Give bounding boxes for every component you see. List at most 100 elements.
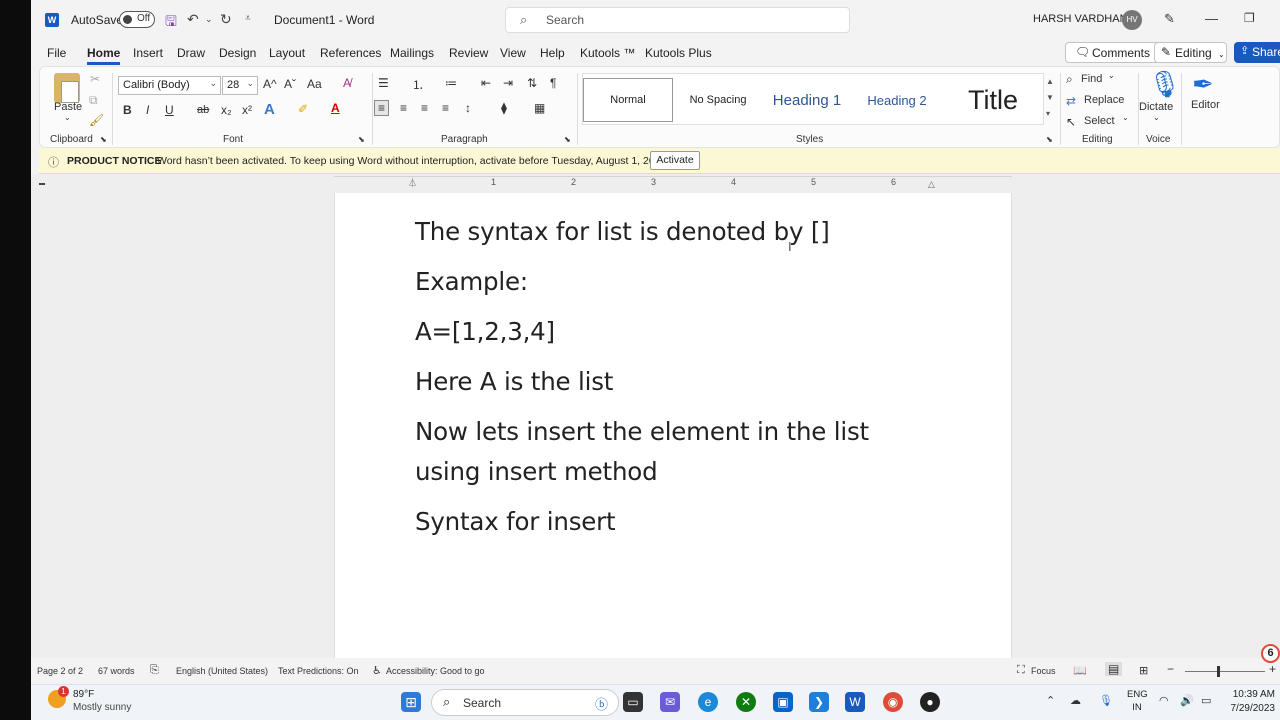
zoom-slider-thumb[interactable] bbox=[1217, 666, 1220, 677]
more-styles-icon[interactable]: ▾ bbox=[1046, 109, 1050, 118]
strikethrough-button[interactable]: ab bbox=[197, 104, 209, 116]
font-size-box[interactable]: 28 ⌄ bbox=[222, 76, 258, 95]
chevron-down-icon[interactable]: ⌄ bbox=[1122, 113, 1129, 122]
accessibility-icon[interactable]: ♿ bbox=[372, 664, 382, 677]
bullets-icon[interactable]: ☰ bbox=[378, 76, 389, 90]
battery-icon[interactable]: ▭ bbox=[1201, 694, 1211, 707]
tab-insert[interactable]: Insert bbox=[133, 46, 163, 60]
replace-label[interactable]: Replace bbox=[1084, 94, 1124, 106]
tab-home[interactable]: Home bbox=[87, 46, 121, 65]
font-name-box[interactable]: Calibri (Body) ⌄ bbox=[118, 76, 221, 95]
customize-toolbar-icon[interactable]: ⩡ bbox=[245, 13, 251, 24]
copy-icon[interactable]: ⧉ bbox=[89, 93, 98, 108]
find-icon[interactable]: ⌕ bbox=[1066, 72, 1073, 87]
change-case-icon[interactable]: Aa bbox=[307, 77, 322, 91]
italic-button[interactable]: I bbox=[146, 103, 149, 117]
volume-icon[interactable]: 🔊 bbox=[1180, 694, 1194, 707]
cut-icon[interactable]: ✂ bbox=[90, 72, 100, 86]
clipboard-launcher-icon[interactable]: ⬊ bbox=[100, 135, 107, 144]
page-info[interactable]: Page 2 of 2 bbox=[37, 666, 83, 676]
align-right-button[interactable]: ≡ bbox=[421, 101, 428, 115]
shading-icon[interactable]: ⧫ bbox=[501, 101, 507, 115]
language-indicator[interactable]: ENG IN bbox=[1127, 688, 1148, 714]
document-line[interactable]: Syntax for insert bbox=[415, 507, 616, 536]
web-layout-icon[interactable]: ⊞ bbox=[1139, 664, 1148, 677]
redo-icon[interactable]: ↻ bbox=[220, 11, 232, 28]
decrease-indent-icon[interactable]: ⇤ bbox=[481, 76, 491, 90]
right-indent-marker-icon[interactable]: △ bbox=[928, 179, 935, 190]
superscript-button[interactable]: x² bbox=[242, 103, 252, 117]
notification-badge[interactable]: 6 bbox=[1261, 644, 1280, 663]
document-line[interactable]: Now lets insert the element in the list bbox=[415, 417, 869, 446]
styles-scroll[interactable]: ▲ ▼ ▾ bbox=[1044, 73, 1056, 125]
taskbar-search[interactable]: ⌕ Search ⓑ bbox=[431, 689, 619, 716]
borders-icon[interactable]: ▦ bbox=[534, 101, 545, 115]
shrink-font-icon[interactable]: Aˇ bbox=[284, 77, 296, 91]
document-line[interactable]: The syntax for list is denoted by [] bbox=[415, 217, 830, 246]
restore-icon[interactable]: ❐ bbox=[1244, 11, 1255, 25]
temperature[interactable]: 89°F bbox=[73, 689, 94, 700]
title-search-box[interactable]: ⌕ Search bbox=[505, 7, 850, 33]
underline-button[interactable]: U bbox=[165, 103, 174, 117]
scroll-up-icon[interactable]: ▲ bbox=[1046, 77, 1054, 86]
windows-start-icon[interactable]: ⊞ bbox=[401, 692, 421, 712]
style-normal[interactable]: Normal bbox=[583, 78, 673, 122]
paste-dropdown-icon[interactable]: ⌄ bbox=[64, 113, 71, 122]
tab-view[interactable]: View bbox=[500, 46, 526, 60]
task-view-icon[interactable]: ▭ bbox=[623, 692, 643, 712]
style-heading-2[interactable]: Heading 2 bbox=[853, 78, 941, 122]
document-line[interactable]: Example: bbox=[415, 267, 528, 296]
document-line[interactable]: using insert method bbox=[415, 457, 658, 486]
read-mode-icon[interactable]: 📖 bbox=[1073, 664, 1087, 677]
find-label[interactable]: Find bbox=[1081, 73, 1102, 85]
xbox-icon[interactable]: ✕ bbox=[736, 692, 756, 712]
microphone-icon[interactable]: 🎙 bbox=[1148, 69, 1181, 100]
minimize-icon[interactable]: — bbox=[1205, 11, 1218, 26]
bold-button[interactable]: B bbox=[123, 103, 132, 117]
print-layout-icon[interactable]: ▤ bbox=[1105, 662, 1123, 676]
user-name[interactable]: HARSH VARDHAN bbox=[1033, 13, 1128, 25]
dictate-label[interactable]: Dictate bbox=[1139, 101, 1173, 113]
scroll-down-icon[interactable]: ▼ bbox=[1046, 93, 1054, 102]
recorder-icon[interactable]: ● bbox=[920, 692, 940, 712]
tab-references[interactable]: References bbox=[320, 46, 381, 60]
indent-marker-icon[interactable]: ⏃ bbox=[408, 176, 417, 189]
undo-dropdown-icon[interactable]: ⌄ bbox=[205, 14, 213, 25]
paragraph-launcher-icon[interactable]: ⬊ bbox=[564, 135, 571, 144]
tab-layout[interactable]: Layout bbox=[269, 46, 305, 60]
save-icon[interactable]: 🖫 bbox=[165, 11, 177, 35]
activate-button[interactable]: Activate bbox=[650, 151, 700, 170]
mic-tray-icon[interactable]: 🎙 bbox=[1099, 694, 1113, 707]
chevron-down-icon[interactable]: ⌄ bbox=[1108, 71, 1115, 80]
align-left-button[interactable]: ≡ bbox=[374, 100, 390, 116]
onedrive-icon[interactable]: ☁ bbox=[1070, 694, 1081, 707]
increase-indent-icon[interactable]: ⇥ bbox=[503, 76, 513, 90]
editing-mode-button[interactable]: ✎ Editing ⌄ bbox=[1154, 42, 1227, 63]
avatar[interactable]: HV bbox=[1122, 10, 1142, 30]
vscode-icon[interactable]: ❯ bbox=[809, 692, 829, 712]
chevron-down-icon[interactable]: ⌄ bbox=[1153, 113, 1160, 122]
autosave-toggle[interactable]: Off bbox=[119, 11, 155, 28]
text-predictions-status[interactable]: Text Predictions: On bbox=[278, 666, 359, 676]
edge-icon[interactable]: e bbox=[698, 692, 718, 712]
tab-kutools-plus[interactable]: Kutools Plus bbox=[645, 46, 712, 60]
select-label[interactable]: Select bbox=[1084, 115, 1115, 127]
document-line[interactable]: Here A is the list bbox=[415, 367, 613, 396]
font-launcher-icon[interactable]: ⬊ bbox=[358, 135, 365, 144]
style-heading-1[interactable]: Heading 1 bbox=[763, 78, 851, 122]
zoom-slider[interactable] bbox=[1185, 671, 1265, 672]
document-page[interactable]: The syntax for list is denoted by [] Exa… bbox=[334, 193, 1012, 658]
editor-label[interactable]: Editor bbox=[1191, 99, 1220, 111]
word-count[interactable]: 67 words bbox=[98, 666, 135, 676]
tab-file[interactable]: File bbox=[47, 46, 66, 60]
format-painter-icon[interactable]: 🖌 bbox=[89, 113, 104, 127]
designer-pen-icon[interactable]: ✎ bbox=[1164, 11, 1175, 27]
subscript-button[interactable]: x₂ bbox=[221, 103, 232, 117]
tab-selector[interactable] bbox=[39, 183, 45, 185]
accessibility-status[interactable]: Accessibility: Good to go bbox=[386, 666, 485, 676]
document-line[interactable]: A=[1,2,3,4] bbox=[415, 317, 555, 346]
line-spacing-icon[interactable]: ↕ bbox=[465, 101, 471, 115]
teams-chat-icon[interactable]: ✉ bbox=[660, 692, 680, 712]
horizontal-ruler[interactable]: 1 2 3 4 5 6 ⏃ △ bbox=[334, 176, 1012, 190]
numbering-icon[interactable]: ⒈ bbox=[412, 76, 424, 93]
